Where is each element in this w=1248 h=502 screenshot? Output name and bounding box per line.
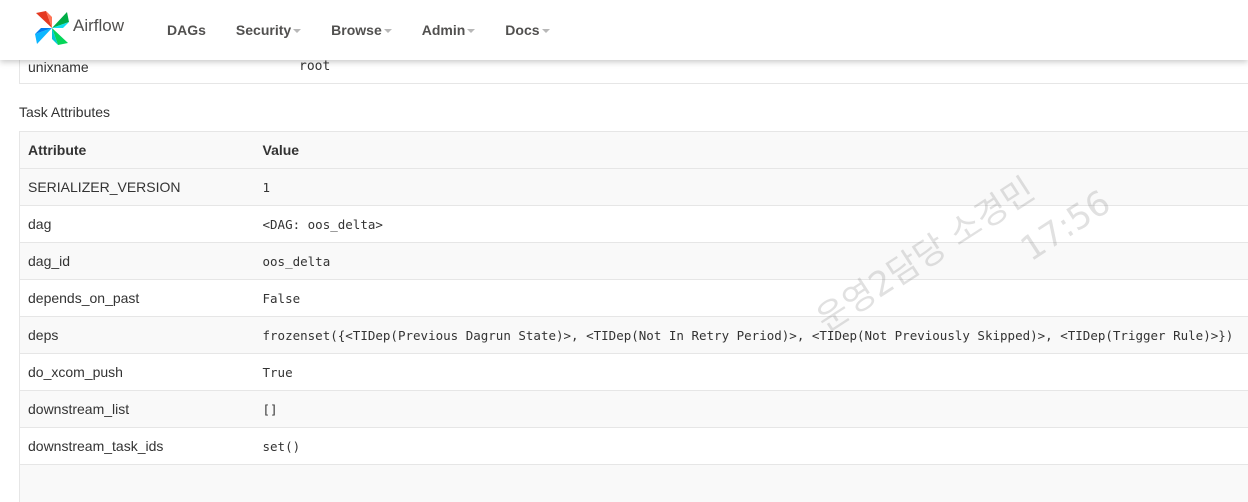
attribute-name: downstream_task_ids xyxy=(20,428,255,465)
attribute-name xyxy=(20,465,255,502)
table-row: downstream_task_ids set() xyxy=(20,428,1248,465)
nav-browse-dropdown[interactable]: Browse xyxy=(316,0,407,60)
task-attributes-table: Attribute Value SERIALIZER_VERSION 1 dag… xyxy=(19,131,1248,502)
table-row: deps frozenset({<TIDep(Previous Dagrun S… xyxy=(20,317,1248,354)
caret-down-icon xyxy=(542,29,550,33)
attribute-name: unixname xyxy=(28,59,89,75)
attribute-name: deps xyxy=(20,317,255,354)
attribute-value: set() xyxy=(255,428,1248,465)
table-row xyxy=(20,465,1248,502)
nav-dags-label: DAGs xyxy=(167,22,206,38)
table-row: dag_id oos_delta xyxy=(20,243,1248,280)
nav-admin-label: Admin xyxy=(422,22,466,38)
attribute-name: downstream_list xyxy=(20,391,255,428)
caret-down-icon xyxy=(467,29,475,33)
main-nav: DAGs Security Browse Admin Docs xyxy=(152,0,565,60)
navbar: Airflow DAGs Security Browse Admin Docs xyxy=(0,0,1248,60)
nav-security-label: Security xyxy=(236,22,291,38)
column-header-attribute: Attribute xyxy=(20,132,255,169)
nav-docs-dropdown[interactable]: Docs xyxy=(490,0,564,60)
brand-link[interactable]: Airflow xyxy=(33,9,124,47)
attribute-value: oos_delta xyxy=(255,243,1248,280)
nav-browse-label: Browse xyxy=(331,22,382,38)
attribute-value: 1 xyxy=(255,169,1248,206)
table-row: dag <DAG: oos_delta> xyxy=(20,206,1248,243)
airflow-pinwheel-icon xyxy=(33,9,71,47)
attribute-name: dag_id xyxy=(20,243,255,280)
attribute-name: dag xyxy=(20,206,255,243)
nav-admin-dropdown[interactable]: Admin xyxy=(407,0,491,60)
attribute-value: [] xyxy=(255,391,1248,428)
table-row: downstream_list [] xyxy=(20,391,1248,428)
attribute-value: <DAG: oos_delta> xyxy=(255,206,1248,243)
attribute-name: SERIALIZER_VERSION xyxy=(20,169,255,206)
caret-down-icon xyxy=(384,29,392,33)
attribute-value: True xyxy=(255,354,1248,391)
section-title: Task Attributes xyxy=(19,104,110,120)
nav-docs-label: Docs xyxy=(505,22,539,38)
table-row: do_xcom_push True xyxy=(20,354,1248,391)
attribute-value: frozenset({<TIDep(Previous Dagrun State)… xyxy=(255,317,1248,354)
caret-down-icon xyxy=(293,29,301,33)
attribute-name: depends_on_past xyxy=(20,280,255,317)
table-row: depends_on_past False xyxy=(20,280,1248,317)
brand-name: Airflow xyxy=(73,16,124,36)
column-header-value: Value xyxy=(255,132,1248,169)
attribute-value: root xyxy=(299,59,330,74)
attribute-value: False xyxy=(255,280,1248,317)
attribute-value xyxy=(255,465,1248,502)
table-header-row: Attribute Value xyxy=(20,132,1248,169)
attribute-name: do_xcom_push xyxy=(20,354,255,391)
nav-dags[interactable]: DAGs xyxy=(152,0,221,60)
nav-security-dropdown[interactable]: Security xyxy=(221,0,316,60)
table-row: SERIALIZER_VERSION 1 xyxy=(20,169,1248,206)
